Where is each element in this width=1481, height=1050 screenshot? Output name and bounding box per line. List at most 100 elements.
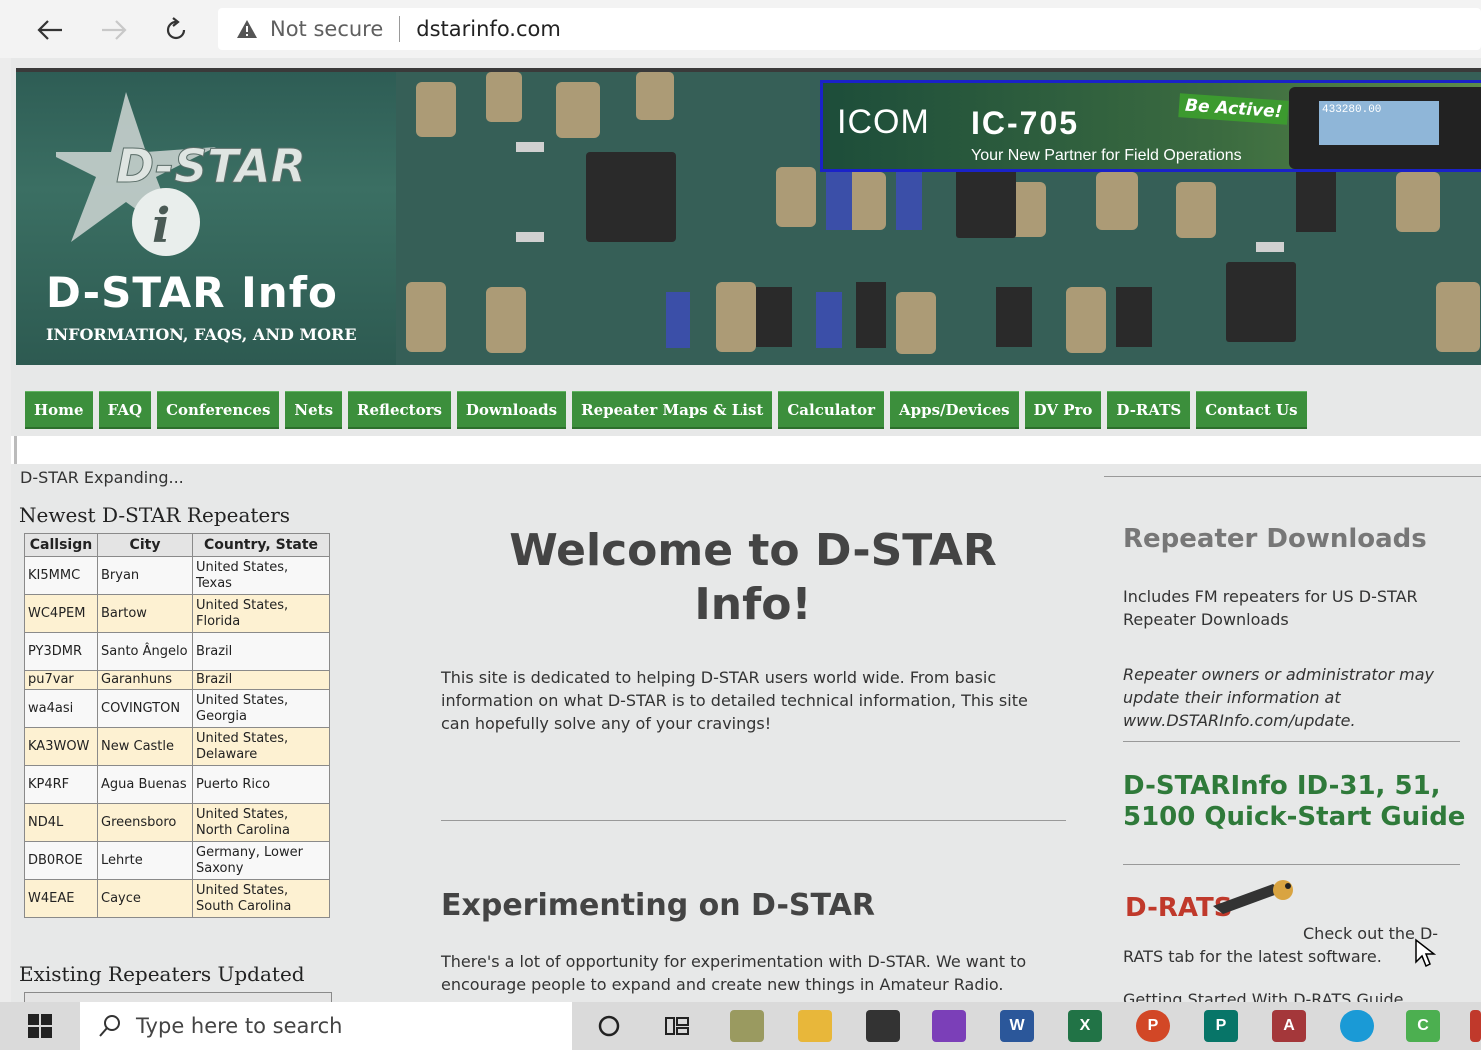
- table-row: KP4RF Agua Buenas Puerto Rico: [24, 765, 330, 804]
- column-header: City: [97, 533, 193, 557]
- table-row: W4EAE Cayce United States, South Carolina: [24, 879, 330, 918]
- repeater-downloads-text: Includes FM repeaters for US D-STAR Repe…: [1123, 587, 1418, 629]
- callsign-cell: KI5MMC: [24, 556, 98, 595]
- updated-repeaters-table: [24, 992, 332, 1002]
- task-view-button[interactable]: [660, 1010, 694, 1042]
- quick-start-guide-link[interactable]: D-STARInfo ID-31, 51, 5100 Quick-Start G…: [1123, 771, 1468, 833]
- back-button[interactable]: [32, 12, 68, 48]
- visual-studio-icon[interactable]: [932, 1010, 966, 1042]
- table-row: PY3DMR Santo Ângelo Brazil: [24, 632, 330, 671]
- country-cell: Puerto Rico: [192, 765, 330, 804]
- tab-home[interactable]: Home: [25, 391, 93, 429]
- tab-dv-pro[interactable]: DV Pro: [1024, 391, 1102, 429]
- url-text[interactable]: dstarinfo.com: [416, 17, 561, 41]
- table-row: pu7var Garanhuns Brazil: [24, 670, 330, 690]
- country-cell: Germany, Lower Saxony: [192, 841, 330, 880]
- search-icon: [99, 1015, 120, 1037]
- arrow-left-icon: [37, 20, 62, 40]
- main-nav: Home FAQ Conferences Nets Reflectors Dow…: [25, 391, 1307, 431]
- newest-repeaters-title: Newest D-STAR Repeaters: [19, 503, 291, 527]
- callsign-cell: KP4RF: [24, 765, 98, 804]
- d-rats-guide-link[interactable]: Getting Started With D-RATS Guide: [1123, 990, 1458, 1002]
- store-icon[interactable]: [866, 1010, 900, 1042]
- site-subtitle: INFORMATION, FAQS, AND MORE: [46, 325, 357, 344]
- arrow-right-icon: [102, 20, 127, 40]
- taskbar-app-icon[interactable]: [1470, 1010, 1481, 1042]
- address-bar[interactable]: Not secure dstarinfo.com: [218, 8, 1481, 50]
- ad-badge: Be Active!: [1178, 93, 1290, 125]
- start-button[interactable]: [0, 1002, 80, 1050]
- country-cell: United States, Florida: [192, 594, 330, 633]
- search-placeholder: Type here to search: [136, 1014, 343, 1038]
- intro-paragraph: This site is dedicated to helping D-STAR…: [441, 668, 1028, 733]
- city-cell: Bartow: [97, 594, 193, 633]
- table-row: wa4asi COVINGTON United States, Georgia: [24, 689, 330, 728]
- site-header: D-STAR i D-STAR Info INFORMATION, FAQS, …: [16, 68, 1481, 365]
- refresh-button[interactable]: [158, 12, 194, 48]
- city-cell: Santo Ângelo: [97, 632, 193, 671]
- address-separator: [399, 16, 401, 42]
- site-title[interactable]: D-STAR Info: [46, 268, 338, 317]
- access-icon[interactable]: A: [1272, 1010, 1306, 1042]
- divider: [1123, 741, 1460, 742]
- d-rats-logo[interactable]: D-RATS: [1123, 876, 1303, 926]
- icom-ad-banner[interactable]: ICOM IC-705 Your New Partner for Field O…: [820, 80, 1481, 172]
- refresh-icon: [166, 17, 186, 40]
- table-row: KI5MMC Bryan United States, Texas: [24, 556, 330, 595]
- experimenting-heading: Experimenting on D-STAR: [441, 888, 875, 923]
- radio-display: 433280.00: [1319, 101, 1439, 145]
- tab-downloads[interactable]: Downloads: [456, 391, 567, 429]
- callsign-cell: PY3DMR: [24, 632, 98, 671]
- table-row: WC4PEM Bartow United States, Florida: [24, 594, 330, 633]
- tab-reflectors[interactable]: Reflectors: [348, 391, 451, 429]
- table-row: ND4L Greensboro United States, North Carol…: [24, 803, 330, 842]
- tab-repeater-maps[interactable]: Repeater Maps & List: [572, 391, 773, 429]
- update-info-text: Repeater owners or administrator may upd…: [1123, 665, 1435, 730]
- d-star-logo-icon: D-STAR i: [56, 92, 307, 256]
- column-header: Callsign: [24, 533, 98, 557]
- d-rats-text: Check out the D-RATS tab for the latest …: [1123, 924, 1439, 966]
- tab-conferences[interactable]: Conferences: [157, 391, 280, 429]
- tab-d-rats[interactable]: D-RATS: [1107, 391, 1191, 429]
- country-cell: United States, Delaware: [192, 727, 330, 766]
- tab-faq[interactable]: FAQ: [98, 391, 152, 429]
- country-cell: Brazil: [192, 670, 330, 690]
- page-title: Welcome to D-STAR Info!: [509, 525, 997, 630]
- windows-taskbar: Type here to search W X P P A C: [0, 1002, 1481, 1050]
- ad-tagline: Your New Partner for Field Operations: [971, 147, 1242, 164]
- callsign-cell: ND4L: [24, 803, 98, 842]
- security-label[interactable]: Not secure: [270, 17, 383, 41]
- tab-nets[interactable]: Nets: [285, 391, 343, 429]
- web-page: D-STAR i D-STAR Info INFORMATION, FAQS, …: [11, 58, 1481, 1002]
- tab-apps-devices[interactable]: Apps/Devices: [890, 391, 1019, 429]
- repeater-downloads-heading[interactable]: Repeater Downloads: [1123, 524, 1427, 554]
- cortana-button[interactable]: [592, 1010, 626, 1042]
- task-view-icon: [665, 1017, 689, 1035]
- excel-icon[interactable]: X: [1068, 1010, 1102, 1042]
- city-cell: Bryan: [97, 556, 193, 595]
- tab-contact-us[interactable]: Contact Us: [1196, 391, 1307, 429]
- warning-icon: [237, 20, 257, 38]
- taskbar-search[interactable]: Type here to search: [80, 1002, 572, 1050]
- camtasia-icon[interactable]: C: [1406, 1010, 1440, 1042]
- callsign-cell: W4EAE: [24, 879, 98, 918]
- country-cell: Brazil: [192, 632, 330, 671]
- table-row: KA3WOW New Castle United States, Delaware: [24, 727, 330, 766]
- file-explorer-icon[interactable]: [798, 1010, 832, 1042]
- taskbar-app-icon[interactable]: [730, 1010, 764, 1042]
- publisher-icon[interactable]: P: [1204, 1010, 1238, 1042]
- edge-icon[interactable]: [1340, 1010, 1374, 1042]
- forward-button[interactable]: [96, 12, 132, 48]
- divider: [1104, 476, 1481, 477]
- powerpoint-icon[interactable]: P: [1136, 1010, 1170, 1042]
- word-icon[interactable]: W: [1000, 1010, 1034, 1042]
- newest-repeaters-table: Callsign City Country, State KI5MMC Bryan…: [24, 533, 330, 918]
- divider: [1123, 864, 1460, 865]
- tab-calculator[interactable]: Calculator: [778, 391, 884, 429]
- mouse-cursor-icon: [1415, 938, 1436, 968]
- country-cell: United States, North Carolina: [192, 803, 330, 842]
- ticker-strip: [11, 436, 1481, 464]
- column-header: Country, State: [192, 533, 330, 557]
- cortana-icon: [598, 1015, 620, 1037]
- browser-toolbar: Not secure dstarinfo.com: [0, 0, 1481, 58]
